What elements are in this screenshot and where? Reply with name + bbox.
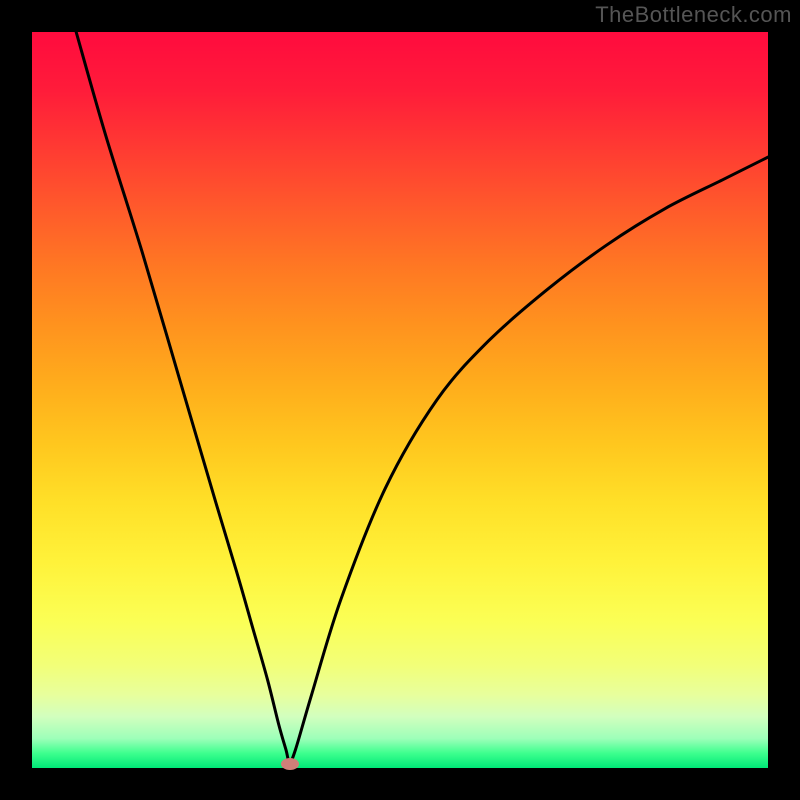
minimum-marker (281, 758, 299, 770)
bottleneck-curve (32, 32, 768, 768)
chart-frame: TheBottleneck.com (0, 0, 800, 800)
watermark-text: TheBottleneck.com (595, 2, 792, 28)
plot-area (32, 32, 768, 768)
